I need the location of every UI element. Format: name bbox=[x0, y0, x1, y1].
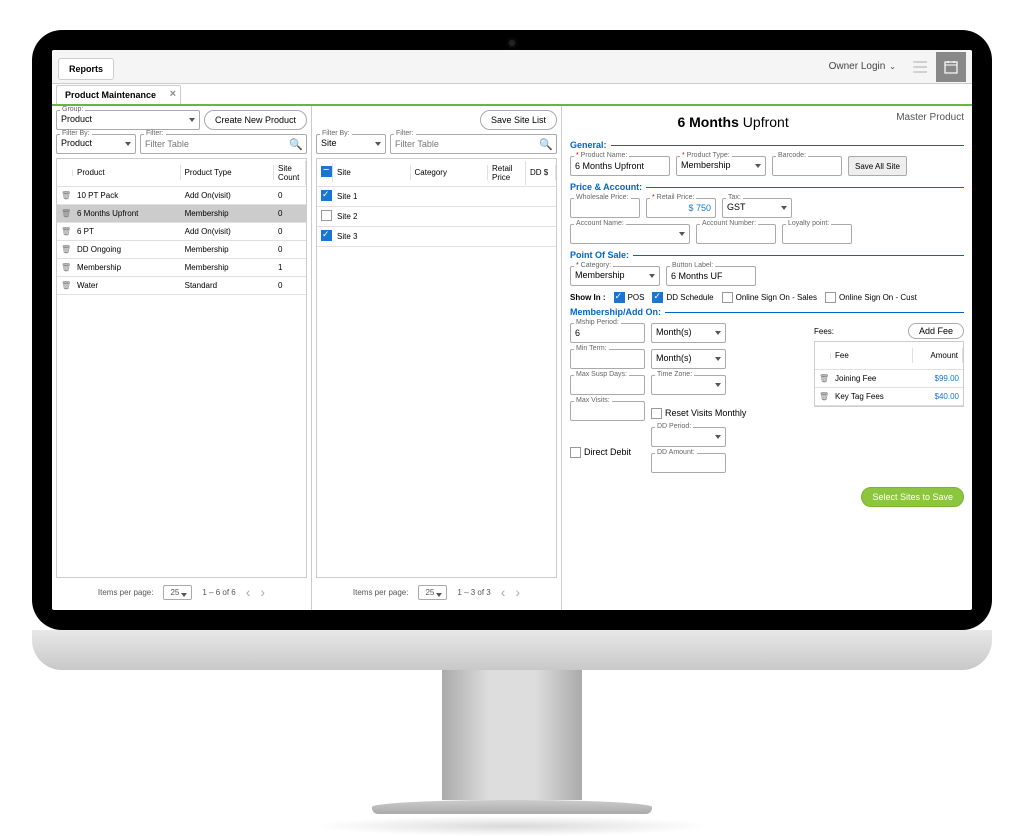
reports-button[interactable]: Reports bbox=[58, 58, 114, 80]
mship-period-field[interactable] bbox=[570, 323, 645, 343]
max-visits-field[interactable] bbox=[570, 401, 645, 421]
dd-period-select[interactable] bbox=[651, 427, 726, 447]
filter-by-select[interactable]: Product bbox=[56, 134, 136, 154]
delete-icon[interactable]: 🗑 bbox=[815, 371, 831, 386]
owner-login-menu[interactable]: Owner Login ⌄ bbox=[819, 61, 906, 72]
max-susp-field[interactable] bbox=[570, 375, 645, 395]
table-row[interactable]: 🗑 Water Standard 0 bbox=[57, 277, 306, 295]
create-new-product-button[interactable]: Create New Product bbox=[204, 110, 307, 130]
general-section-header: General: bbox=[570, 140, 964, 150]
pos-section-header: Point Of Sale: bbox=[570, 250, 964, 260]
show-sales-checkbox[interactable] bbox=[722, 292, 733, 303]
barcode-field[interactable] bbox=[772, 156, 842, 176]
dd-amount-field[interactable] bbox=[651, 453, 726, 473]
min-term-field[interactable] bbox=[570, 349, 645, 369]
site-checkbox[interactable] bbox=[321, 230, 332, 241]
table-row[interactable]: 🗑 10 PT Pack Add On(visit) 0 bbox=[57, 187, 306, 205]
delete-icon[interactable]: 🗑 bbox=[57, 188, 73, 203]
price-section-header: Price & Account: bbox=[570, 182, 964, 192]
topbar: Reports Owner Login ⌄ bbox=[52, 50, 972, 84]
timezone-select[interactable] bbox=[651, 375, 726, 395]
retail-price-field[interactable] bbox=[646, 198, 716, 218]
direct-debit-checkbox[interactable] bbox=[570, 447, 581, 458]
delete-icon[interactable]: 🗑 bbox=[57, 278, 73, 293]
tax-select[interactable]: GST bbox=[722, 198, 792, 218]
save-all-site-button[interactable]: Save All Site bbox=[848, 156, 907, 176]
show-pos-checkbox[interactable] bbox=[614, 292, 625, 303]
group-select[interactable]: Product bbox=[56, 110, 200, 130]
loyalty-point-field[interactable] bbox=[782, 224, 852, 244]
wholesale-price-field[interactable] bbox=[570, 198, 640, 218]
calendar-icon[interactable] bbox=[936, 52, 966, 82]
show-dd-checkbox[interactable] bbox=[652, 292, 663, 303]
filter-input[interactable] bbox=[140, 134, 307, 154]
account-number-field[interactable] bbox=[696, 224, 776, 244]
prev-page-icon[interactable]: ‹ bbox=[246, 584, 251, 600]
site-filter-input[interactable] bbox=[390, 134, 557, 154]
table-row[interactable]: 🗑 DD Ongoing Membership 0 bbox=[57, 241, 306, 259]
mship-period-unit-select[interactable]: Month(s) bbox=[651, 323, 726, 343]
prev-page-icon[interactable]: ‹ bbox=[501, 584, 506, 600]
site-filter-by-select[interactable]: Site bbox=[316, 134, 386, 154]
reset-visits-checkbox[interactable] bbox=[651, 408, 662, 419]
min-term-unit-select[interactable]: Month(s) bbox=[651, 349, 726, 369]
product-name-field[interactable] bbox=[570, 156, 670, 176]
membership-section-header: Membership/Add On: bbox=[570, 307, 964, 317]
fee-row[interactable]: 🗑 Joining Fee $99.00 bbox=[815, 370, 963, 388]
delete-icon[interactable]: 🗑 bbox=[57, 206, 73, 221]
site-checkbox[interactable] bbox=[321, 190, 332, 201]
add-fee-button[interactable]: Add Fee bbox=[908, 323, 964, 339]
chevron-down-icon: ⌄ bbox=[889, 62, 896, 71]
master-product-badge: Master Product bbox=[896, 112, 964, 123]
list-icon[interactable] bbox=[906, 52, 936, 82]
items-per-page-select[interactable]: 25 bbox=[163, 585, 192, 600]
button-label-field[interactable] bbox=[666, 266, 756, 286]
show-cust-checkbox[interactable] bbox=[825, 292, 836, 303]
tab-strip: Product Maintenance × bbox=[52, 84, 972, 106]
table-row[interactable]: Site 1 bbox=[317, 187, 556, 207]
delete-icon[interactable]: 🗑 bbox=[57, 224, 73, 239]
account-name-select[interactable] bbox=[570, 224, 690, 244]
delete-icon[interactable]: 🗑 bbox=[815, 389, 831, 404]
category-select[interactable]: Membership bbox=[570, 266, 660, 286]
group-label: Group: bbox=[60, 106, 85, 113]
save-site-list-button[interactable]: Save Site List bbox=[480, 110, 557, 130]
product-type-select[interactable]: Membership bbox=[676, 156, 766, 176]
search-icon[interactable]: 🔍 bbox=[289, 138, 303, 151]
table-row[interactable]: 🗑 6 Months Upfront Membership 0 bbox=[57, 205, 306, 223]
table-row[interactable]: Site 2 bbox=[317, 207, 556, 227]
delete-icon[interactable]: 🗑 bbox=[57, 242, 73, 257]
site-checkbox[interactable] bbox=[321, 210, 332, 221]
delete-icon[interactable]: 🗑 bbox=[57, 260, 73, 275]
close-icon[interactable]: × bbox=[170, 89, 176, 100]
table-row[interactable]: 🗑 6 PT Add On(visit) 0 bbox=[57, 223, 306, 241]
table-row[interactable]: Site 3 bbox=[317, 227, 556, 247]
tab-product-maintenance[interactable]: Product Maintenance × bbox=[56, 85, 181, 104]
select-sites-to-save-button[interactable]: Select Sites to Save bbox=[861, 487, 964, 507]
search-icon[interactable]: 🔍 bbox=[539, 138, 553, 151]
table-row[interactable]: 🗑 Membership Membership 1 bbox=[57, 259, 306, 277]
fee-row[interactable]: 🗑 Key Tag Fees $40.00 bbox=[815, 388, 963, 406]
select-all-checkbox[interactable] bbox=[321, 166, 332, 177]
items-per-page-select[interactable]: 25 bbox=[418, 585, 447, 600]
next-page-icon[interactable]: › bbox=[260, 584, 265, 600]
next-page-icon[interactable]: › bbox=[515, 584, 520, 600]
